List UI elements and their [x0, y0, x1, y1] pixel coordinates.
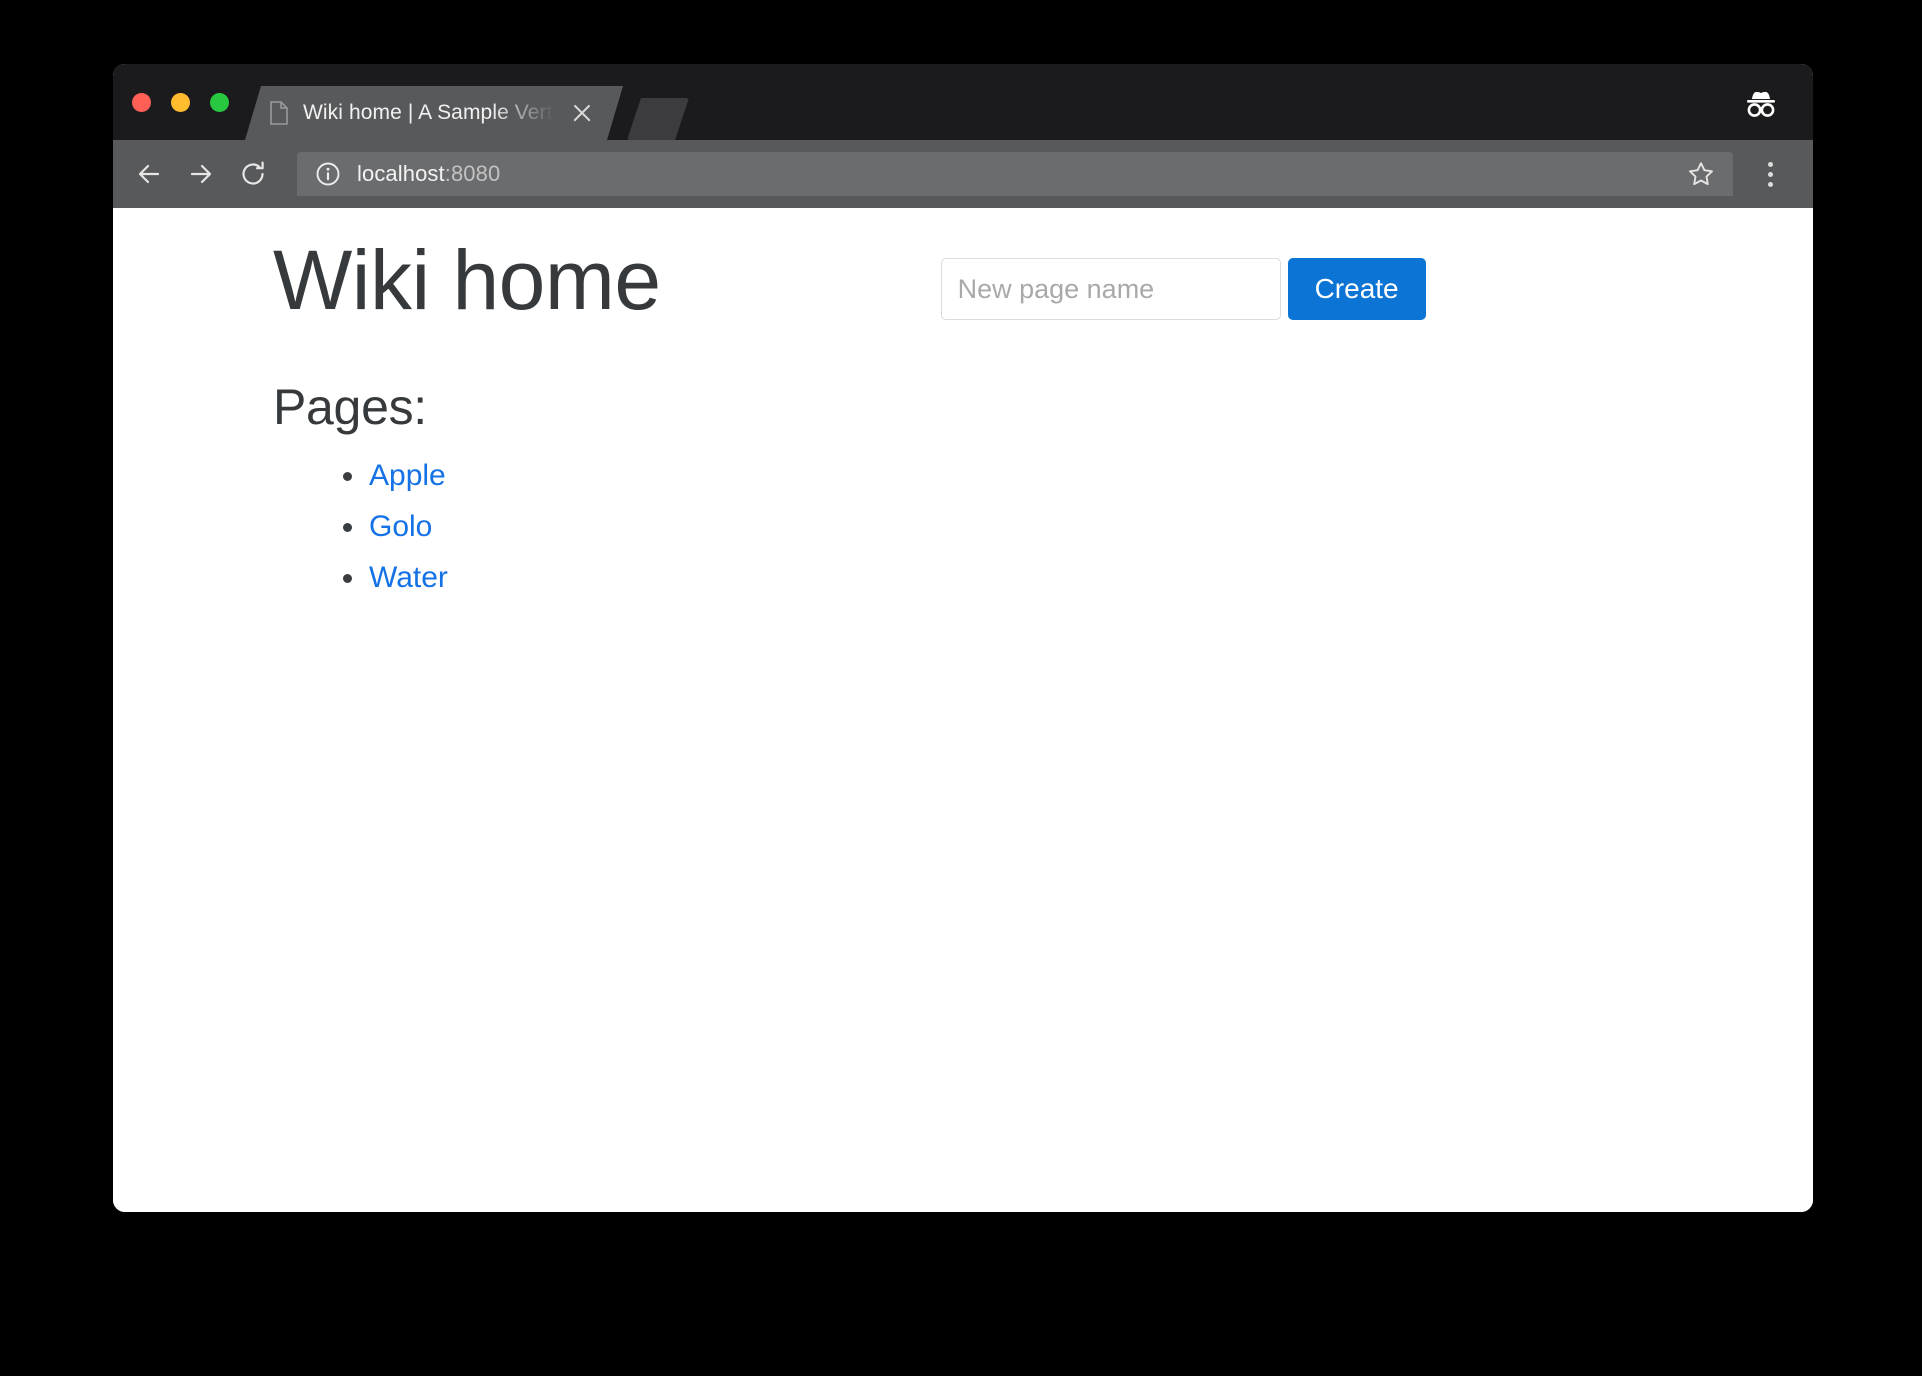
- create-button[interactable]: Create: [1287, 258, 1426, 320]
- page-title: Wiki home: [273, 233, 661, 327]
- menu-dot: [1767, 171, 1773, 177]
- browser-window: Wiki home | A Sample Vert.x-powered Wiki: [113, 64, 1813, 1212]
- page-link-water[interactable]: Water: [369, 561, 448, 594]
- browser-tab[interactable]: Wiki home | A Sample Vert.x-powered Wiki: [245, 86, 623, 140]
- page-viewport: Wiki home Create Pages: Apple Golo Water: [113, 208, 1813, 1212]
- new-tab-button[interactable]: [627, 98, 689, 140]
- list-item: Apple: [343, 458, 1813, 494]
- forward-arrow-icon[interactable]: [175, 148, 227, 200]
- star-icon[interactable]: [1679, 154, 1723, 194]
- info-circle-icon[interactable]: [315, 161, 341, 187]
- address-bar[interactable]: localhost:8080: [297, 152, 1733, 196]
- three-dot-menu-icon[interactable]: [1747, 148, 1793, 200]
- url-host: localhost: [357, 161, 445, 186]
- tab-title-container: Wiki home | A Sample Vert.x-powered Wiki: [303, 98, 563, 128]
- back-arrow-icon[interactable]: [123, 148, 175, 200]
- document-icon: [269, 101, 289, 125]
- browser-toolbar: localhost:8080: [113, 140, 1813, 208]
- menu-dot: [1767, 161, 1773, 167]
- create-page-form: Create: [940, 258, 1426, 320]
- close-window-button[interactable]: [132, 93, 151, 112]
- maximize-window-button[interactable]: [210, 93, 229, 112]
- page-header-row: Wiki home Create: [113, 236, 1813, 324]
- list-item: Golo: [343, 509, 1813, 545]
- new-page-name-input[interactable]: [940, 258, 1281, 320]
- pages-heading: Pages:: [273, 379, 427, 436]
- window-traffic-lights: [132, 93, 229, 112]
- tab-strip: Wiki home | A Sample Vert.x-powered Wiki: [113, 64, 1813, 140]
- list-item: Water: [343, 560, 1813, 596]
- reload-icon[interactable]: [227, 148, 279, 200]
- url-text: localhost:8080: [357, 161, 1679, 187]
- page-link-golo[interactable]: Golo: [369, 510, 432, 543]
- pages-list: Apple Golo Water: [113, 458, 1813, 596]
- page-content: Wiki home Create Pages: Apple Golo Water: [113, 208, 1813, 611]
- tab-title: Wiki home | A Sample Vert.x-powered Wiki: [303, 101, 559, 124]
- close-icon[interactable]: [567, 98, 597, 128]
- page-link-apple[interactable]: Apple: [369, 459, 446, 492]
- url-port: :8080: [444, 161, 501, 186]
- menu-dot: [1767, 181, 1773, 187]
- minimize-window-button[interactable]: [171, 93, 190, 112]
- incognito-icon: [1737, 82, 1785, 126]
